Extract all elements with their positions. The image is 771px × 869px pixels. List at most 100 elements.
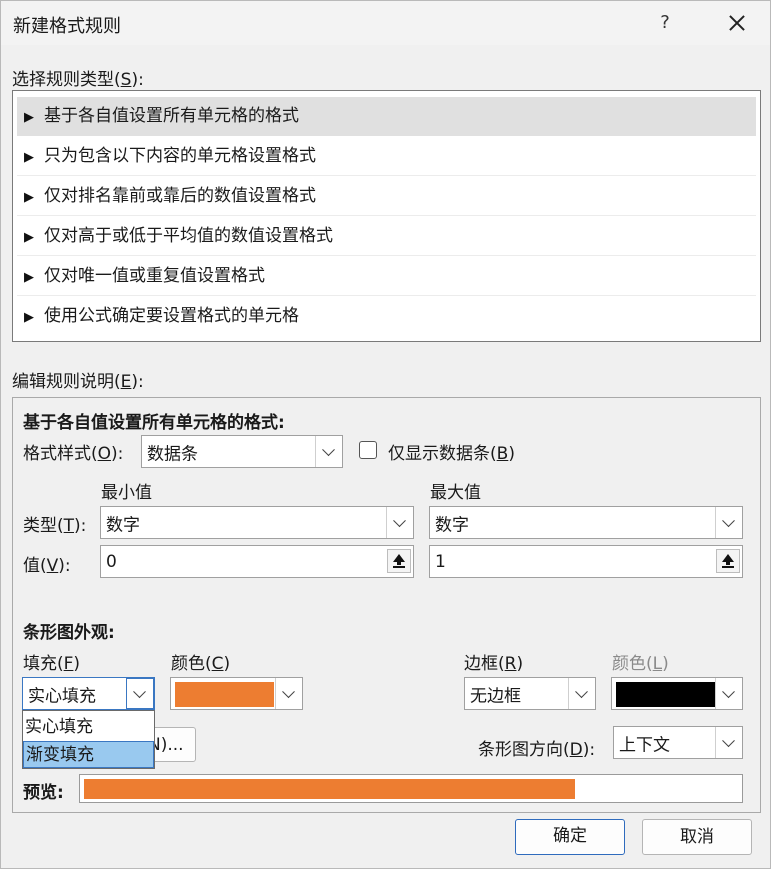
chevron-down-icon[interactable]	[315, 436, 342, 467]
triangle-right-icon: ▶	[24, 270, 34, 285]
format-style-label-suffix: ):	[111, 444, 124, 464]
min-value-input[interactable]: 0	[100, 545, 414, 578]
rule-type-label-prefix: 选择规则类型(	[12, 70, 121, 90]
rule-type-item-formula[interactable]: ▶ 使用公式确定要设置格式的单元格	[17, 297, 756, 336]
border-label-key: R	[504, 654, 517, 674]
bar-direction-label: 条形图方向(D):	[478, 735, 595, 760]
border-value: 无边框	[470, 686, 521, 706]
value-label-prefix: 值(	[23, 556, 47, 576]
border-label: 边框(R)	[464, 649, 523, 674]
chevron-down-icon[interactable]	[386, 507, 413, 538]
fill-label-suffix: )	[73, 654, 81, 674]
dialog-title: 新建格式规则	[13, 16, 121, 37]
show-bar-only-label-suffix: )	[508, 444, 515, 464]
format-style-label-prefix: 格式样式(	[23, 444, 98, 464]
show-bar-only-checkbox[interactable]	[359, 441, 377, 459]
rule-type-item-top-bottom[interactable]: ▶ 仅对排名靠前或靠后的数值设置格式	[17, 177, 756, 216]
max-header: 最大值	[430, 483, 481, 503]
type-label-suffix: ):	[74, 516, 87, 536]
chevron-down-icon[interactable]	[126, 678, 154, 709]
fill-value: 实心填充	[28, 686, 96, 706]
border-color-label-prefix: 颜色(	[612, 654, 653, 674]
max-type-dropdown[interactable]: 数字	[429, 506, 743, 539]
upload-arrow-icon	[722, 554, 734, 568]
bar-appearance-heading: 条形图外观:	[23, 623, 115, 643]
rule-type-item-label: 使用公式确定要设置格式的单元格	[44, 306, 299, 326]
type-label-prefix: 类型(	[23, 516, 64, 536]
fill-label-key: F	[63, 654, 74, 674]
border-color-label-key: L	[652, 654, 663, 674]
edit-rule-label: 编辑规则说明(E):	[12, 367, 144, 392]
bar-direction-label-key: D	[569, 740, 583, 760]
range-select-button[interactable]	[387, 549, 411, 573]
chevron-down-icon[interactable]	[715, 678, 742, 709]
fill-color-label-prefix: 颜色(	[171, 654, 212, 674]
rule-type-label: 选择规则类型(S):	[12, 65, 144, 90]
format-style-dropdown[interactable]: 数据条	[141, 435, 343, 468]
border-dropdown[interactable]: 无边框	[464, 677, 596, 710]
border-label-prefix: 边框(	[464, 654, 505, 674]
fill-label: 填充(F)	[23, 649, 80, 674]
triangle-right-icon: ▶	[24, 190, 34, 205]
border-color-label: 颜色(L)	[612, 649, 669, 674]
new-format-rule-dialog: 新建格式规则 ? 选择规则类型(S): ▶ 基于各自值设置所有单元格的格式 ▶ 只为…	[0, 0, 771, 869]
range-select-button[interactable]	[716, 549, 740, 573]
fill-color-picker[interactable]	[170, 677, 303, 710]
chevron-down-icon[interactable]	[275, 678, 302, 709]
format-style-label-key: O	[97, 444, 112, 464]
chevron-down-icon[interactable]	[715, 507, 742, 538]
type-label-key: T	[63, 516, 75, 536]
max-value-input[interactable]: 1	[429, 545, 743, 578]
preview-box	[79, 774, 743, 803]
value-label-suffix: ):	[58, 556, 71, 576]
border-color-label-suffix: )	[662, 654, 669, 674]
max-value-text: 1	[435, 551, 446, 572]
border-label-suffix: )	[516, 654, 524, 674]
fill-option-solid[interactable]: 实心填充	[23, 714, 154, 741]
rule-type-item-unique-duplicate[interactable]: ▶ 仅对唯一值或重复值设置格式	[17, 257, 756, 296]
format-style-value: 数据条	[147, 444, 198, 464]
rule-type-label-key: S	[120, 70, 132, 90]
triangle-right-icon: ▶	[24, 110, 34, 125]
rule-type-item-label: 仅对高于或低于平均值的数值设置格式	[44, 226, 333, 246]
bar-direction-value: 上下文	[619, 735, 670, 755]
fill-label-prefix: 填充(	[23, 654, 64, 674]
rule-type-item-above-below-average[interactable]: ▶ 仅对高于或低于平均值的数值设置格式	[17, 217, 756, 256]
rule-type-item-label: 仅对排名靠前或靠后的数值设置格式	[44, 186, 316, 206]
min-type-dropdown[interactable]: 数字	[100, 506, 414, 539]
fill-color-label: 颜色(C)	[171, 649, 230, 674]
chevron-down-icon[interactable]	[715, 727, 742, 758]
help-button[interactable]: ?	[649, 7, 681, 39]
fill-dropdown-list[interactable]: 实心填充 渐变填充	[22, 710, 155, 769]
show-bar-only-label-key: B	[496, 444, 509, 464]
value-label: 值(V):	[23, 551, 71, 576]
fill-option-gradient[interactable]: 渐变填充	[23, 741, 154, 768]
min-header: 最小值	[101, 483, 152, 503]
bar-direction-label-suffix: ):	[582, 740, 596, 760]
triangle-right-icon: ▶	[24, 150, 34, 165]
edit-rule-label-suffix: ):	[131, 372, 144, 392]
min-value-text: 0	[106, 551, 117, 572]
fill-color-swatch	[175, 682, 274, 707]
close-icon[interactable]	[717, 5, 755, 41]
cancel-button[interactable]: 取消	[642, 819, 752, 855]
rule-type-item-label: 基于各自值设置所有单元格的格式	[44, 106, 299, 126]
fill-color-label-suffix: )	[223, 654, 231, 674]
rule-type-item-contains[interactable]: ▶ 只为包含以下内容的单元格设置格式	[17, 137, 756, 176]
triangle-right-icon: ▶	[24, 310, 34, 325]
rule-type-item-label: 只为包含以下内容的单元格设置格式	[44, 146, 316, 166]
edit-rule-label-key: E	[120, 372, 132, 392]
rule-type-list[interactable]: ▶ 基于各自值设置所有单元格的格式 ▶ 只为包含以下内容的单元格设置格式 ▶ 仅对排名…	[12, 90, 761, 342]
show-bar-only-label-prefix: 仅显示数据条(	[388, 444, 497, 464]
rule-type-label-suffix: ):	[131, 70, 144, 90]
type-label: 类型(T):	[23, 511, 86, 536]
border-color-picker[interactable]	[611, 677, 743, 710]
rule-type-item-each-value[interactable]: ▶ 基于各自值设置所有单元格的格式	[17, 97, 756, 136]
bar-direction-dropdown[interactable]: 上下文	[613, 726, 743, 759]
ok-button[interactable]: 确定	[515, 819, 625, 855]
chevron-down-icon[interactable]	[568, 678, 595, 709]
bar-direction-label-prefix: 条形图方向(	[478, 740, 570, 760]
edit-rule-label-prefix: 编辑规则说明(	[12, 372, 121, 392]
fill-dropdown[interactable]: 实心填充	[22, 677, 155, 710]
min-type-value: 数字	[106, 515, 140, 535]
